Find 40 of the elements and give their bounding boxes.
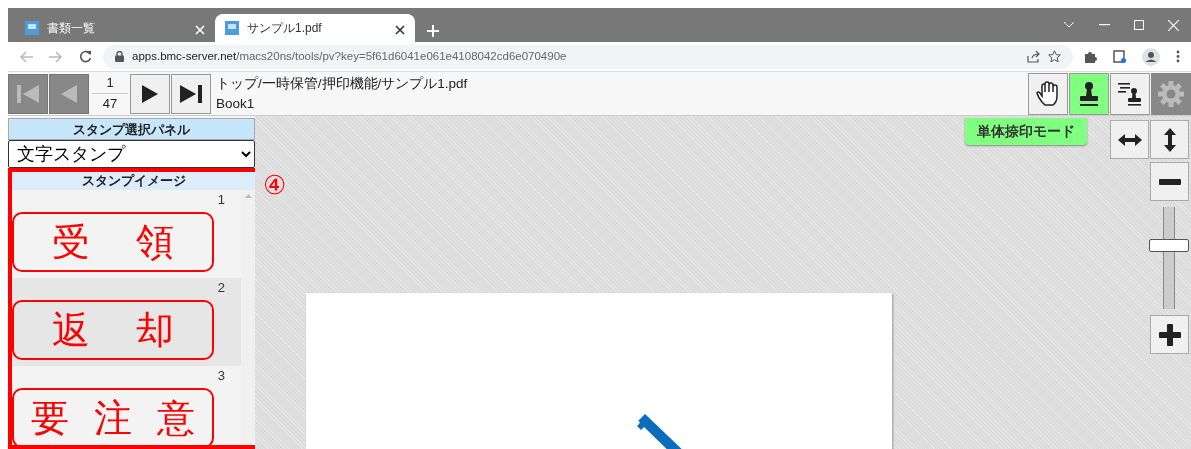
url-text: apps.bmc-server.net/macs20ns/tools/pv?key=5f61d6041e061e4108042cd6e070490e bbox=[132, 48, 567, 64]
zoom-slider[interactable] bbox=[1149, 207, 1189, 309]
annotation-number: ④ bbox=[263, 172, 286, 198]
favicon-icon bbox=[25, 21, 39, 35]
favicon-icon bbox=[225, 21, 239, 35]
address-field[interactable]: apps.bmc-server.net/macs20ns/tools/pv?key=5f61d6041e061e4108042cd6e070490e bbox=[103, 44, 1073, 69]
browser-tab[interactable]: サンプル1.pdf bbox=[215, 14, 415, 42]
share-icon[interactable] bbox=[1027, 50, 1040, 63]
stamp-item[interactable]: 2 返 却 bbox=[12, 278, 241, 366]
minimize-icon[interactable] bbox=[1099, 24, 1110, 26]
reload-icon[interactable] bbox=[79, 50, 92, 63]
stamp-image: 要 注 意 bbox=[12, 388, 214, 445]
menu-icon[interactable] bbox=[1176, 50, 1180, 63]
zoom-in-icon[interactable] bbox=[1156, 321, 1183, 348]
close-icon[interactable] bbox=[395, 24, 405, 35]
stamp-number: 2 bbox=[217, 280, 225, 296]
stamp-type-select[interactable]: 文字スタンプ bbox=[8, 140, 255, 168]
plus-icon[interactable] bbox=[427, 24, 439, 37]
stamp-image: 受 領 bbox=[12, 212, 214, 272]
panel-title: スタンプ選択パネル bbox=[8, 118, 255, 140]
mode-label: 単体捺印モード bbox=[965, 118, 1087, 145]
sidepanel-icon[interactable] bbox=[1113, 50, 1126, 63]
file-path: トップ/一時保管/押印機能/サンプル1.pdf bbox=[216, 74, 468, 93]
slider-thumb[interactable] bbox=[1149, 238, 1189, 252]
maximize-icon[interactable] bbox=[1134, 20, 1144, 30]
stamp-image: 返 却 bbox=[12, 300, 214, 360]
puzzle-icon[interactable] bbox=[1084, 50, 1097, 63]
stamp-number: 1 bbox=[217, 192, 225, 208]
stamp-number: 3 bbox=[217, 368, 225, 384]
tab-title: 書類一覧 bbox=[47, 20, 95, 37]
star-icon[interactable] bbox=[1048, 50, 1061, 63]
book-name: Book1 bbox=[216, 94, 256, 113]
images-title: スタンプイメージ bbox=[12, 172, 256, 190]
browser-tab[interactable]: 書類一覧 bbox=[15, 14, 215, 42]
avatar-icon[interactable] bbox=[1142, 47, 1160, 66]
page-count: 47 bbox=[102, 95, 118, 113]
chevron-icon[interactable] bbox=[1063, 21, 1075, 29]
page-number: 1 bbox=[106, 74, 114, 92]
tab-title: サンプル1.pdf bbox=[247, 20, 322, 37]
lock-icon bbox=[115, 51, 124, 62]
